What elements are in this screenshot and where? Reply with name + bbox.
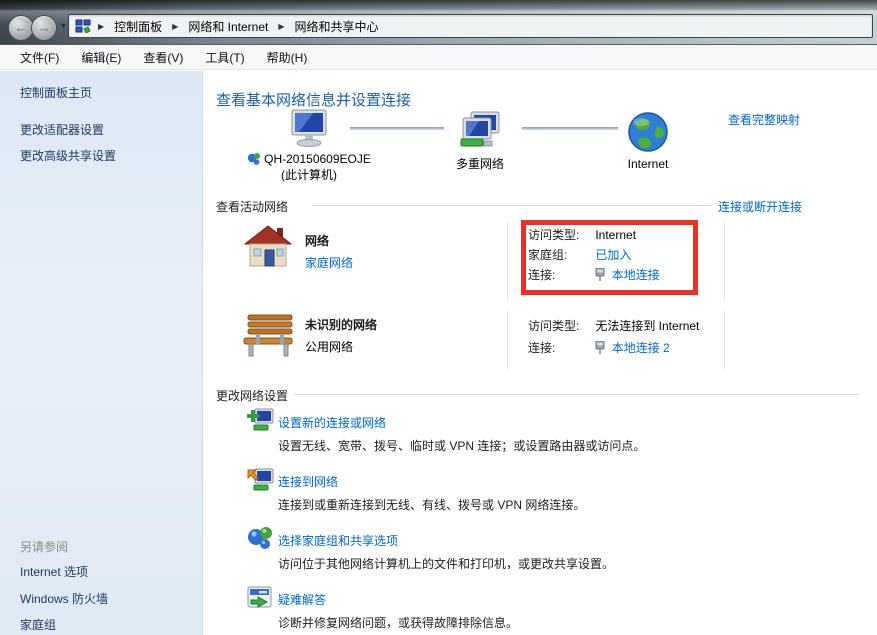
access-type-value: Internet xyxy=(595,228,636,242)
detail-label: 连接: xyxy=(528,339,592,356)
see-full-map-link[interactable]: 查看完整映射 xyxy=(728,111,800,128)
network-name: 未识别的网络 xyxy=(305,316,377,333)
breadcrumb-separator: ▶ xyxy=(170,22,180,31)
menu-view[interactable]: 查看(V) xyxy=(133,46,193,69)
details-divider xyxy=(724,221,725,301)
access-type-value: 无法连接到 Internet xyxy=(595,319,699,333)
sidebar-item-advanced-sharing-settings[interactable]: 更改高级共享设置 xyxy=(20,147,116,164)
page-title: 查看基本网络信息并设置连接 xyxy=(216,89,411,110)
troubleshoot-link[interactable]: 疑难解答 xyxy=(278,591,326,608)
menu-tools[interactable]: 工具(T) xyxy=(195,46,254,69)
detail-label: 连接: xyxy=(528,266,592,283)
troubleshoot-icon xyxy=(246,584,274,612)
homegroup-sharing-icon xyxy=(246,524,274,552)
multiple-networks-icon xyxy=(457,111,503,151)
connect-to-network-desc: 连接到或重新连接到无线、有线、拨号或 VPN 网络连接。 xyxy=(278,496,585,513)
menu-help[interactable]: 帮助(H) xyxy=(257,46,318,69)
computer-sub-label: (此计算机) xyxy=(234,166,384,183)
breadcrumb-separator: ▶ xyxy=(276,22,286,31)
breadcrumb-control-panel[interactable]: 控制面板 xyxy=(111,17,165,36)
network-name: 网络 xyxy=(305,232,329,249)
local-connection-2-link[interactable]: 本地连接 2 xyxy=(612,341,670,355)
sidebar-item-windows-firewall[interactable]: Windows 防火墙 xyxy=(20,590,108,607)
address-bar[interactable]: ▶ 控制面板 ▶ 网络和 Internet ▶ 网络和共享中心 xyxy=(68,14,873,38)
sidebar-item-control-panel-home[interactable]: 控制面板主页 xyxy=(20,84,92,101)
menu-edit[interactable]: 编辑(E) xyxy=(71,46,131,69)
connect-to-network-icon xyxy=(246,466,274,494)
network-sharing-center-window: ← → ▼ ▶ 控制面板 ▶ 网络和 Internet ▶ 网络和共享中心 文件… xyxy=(0,0,877,635)
breadcrumb-network-sharing-center[interactable]: 网络和共享中心 xyxy=(292,17,382,36)
active-networks-header: 查看活动网络 xyxy=(216,198,288,215)
section-divider xyxy=(312,205,712,206)
network-breadcrumb-icon xyxy=(75,19,91,33)
detail-label: 访问类型: xyxy=(528,317,592,334)
title-bar: ← → ▼ ▶ 控制面板 ▶ 网络和 Internet ▶ 网络和共享中心 xyxy=(0,0,877,44)
homegroup-mini-icon xyxy=(247,152,261,166)
breadcrumb-separator: ▶ xyxy=(96,22,106,31)
menu-file[interactable]: 文件(F) xyxy=(10,46,69,69)
sidebar-item-change-adapter-settings[interactable]: 更改适配器设置 xyxy=(20,121,104,138)
homegroup-joined-link[interactable]: 已加入 xyxy=(595,248,631,262)
sidebar: 控制面板主页 更改适配器设置 更改高级共享设置 另请参阅 Internet 选项… xyxy=(0,71,203,635)
ethernet-icon xyxy=(595,341,605,354)
network-type-label: 公用网络 xyxy=(305,338,353,355)
breadcrumb-network-internet[interactable]: 网络和 Internet xyxy=(185,17,271,36)
map-node-multiple-networks[interactable]: 多重网络 xyxy=(430,111,530,172)
internet-label: Internet xyxy=(602,157,694,171)
local-connection-link[interactable]: 本地连接 xyxy=(612,268,660,282)
map-node-internet[interactable]: Internet xyxy=(602,111,694,171)
sidebar-item-internet-options[interactable]: Internet 选项 xyxy=(20,563,88,580)
computer-icon xyxy=(286,109,332,149)
map-node-this-computer[interactable]: QH-20150609EOJE (此计算机) xyxy=(234,109,384,183)
change-settings-header: 更改网络设置 xyxy=(216,387,288,404)
setup-new-connection-link[interactable]: 设置新的连接或网络 xyxy=(278,414,386,431)
home-network-icon xyxy=(243,224,293,270)
new-connection-icon xyxy=(246,406,274,434)
detail-label: 家庭组: xyxy=(528,246,592,263)
choose-homegroup-options-desc: 访问位于其他网络计算机上的文件和打印机，或更改共享设置。 xyxy=(278,555,614,572)
connect-to-network-link[interactable]: 连接到网络 xyxy=(278,473,338,490)
internet-globe-icon xyxy=(627,111,669,153)
troubleshoot-desc: 诊断并修复网络问题，或获得故障排除信息。 xyxy=(278,614,518,631)
public-network-bench-icon xyxy=(242,313,298,359)
main-content: 查看基本网络信息并设置连接 xyxy=(204,71,877,635)
connect-disconnect-link[interactable]: 连接或断开连接 xyxy=(718,198,802,215)
details-divider xyxy=(507,311,508,369)
ethernet-icon xyxy=(595,268,605,281)
menu-bar: 文件(F) 编辑(E) 查看(V) 工具(T) 帮助(H) xyxy=(0,44,877,70)
computer-name: QH-20150609EOJE xyxy=(264,152,371,166)
sidebar-item-homegroup[interactable]: 家庭组 xyxy=(20,616,56,633)
multiple-networks-label: 多重网络 xyxy=(430,155,530,172)
forward-button[interactable]: → xyxy=(31,15,57,41)
details-divider xyxy=(507,221,508,301)
section-divider xyxy=(294,394,859,395)
choose-homegroup-options-link[interactable]: 选择家庭组和共享选项 xyxy=(278,532,398,549)
detail-label: 访问类型: xyxy=(528,226,592,243)
details-divider xyxy=(724,311,725,369)
recent-pages-dropdown-icon[interactable]: ▼ xyxy=(60,23,67,30)
setup-new-connection-desc: 设置无线、宽带、拨号、临时或 VPN 连接；或设置路由器或访问点。 xyxy=(278,437,645,454)
see-also-header: 另请参阅 xyxy=(20,538,68,555)
network-type-link[interactable]: 家庭网络 xyxy=(305,254,353,271)
